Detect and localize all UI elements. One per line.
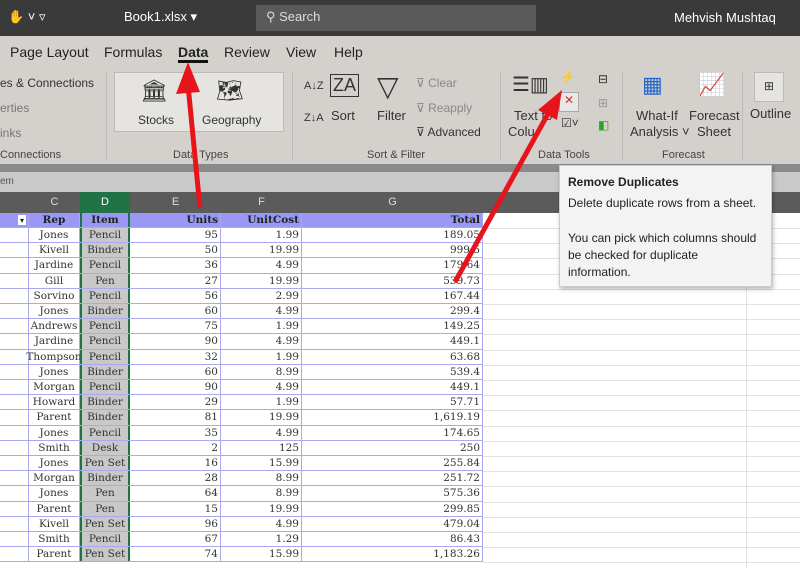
- arrow-to-remove-duplicates: [452, 90, 562, 284]
- annotation-arrows: [176, 62, 562, 284]
- arrow-to-data-tab: [176, 62, 203, 209]
